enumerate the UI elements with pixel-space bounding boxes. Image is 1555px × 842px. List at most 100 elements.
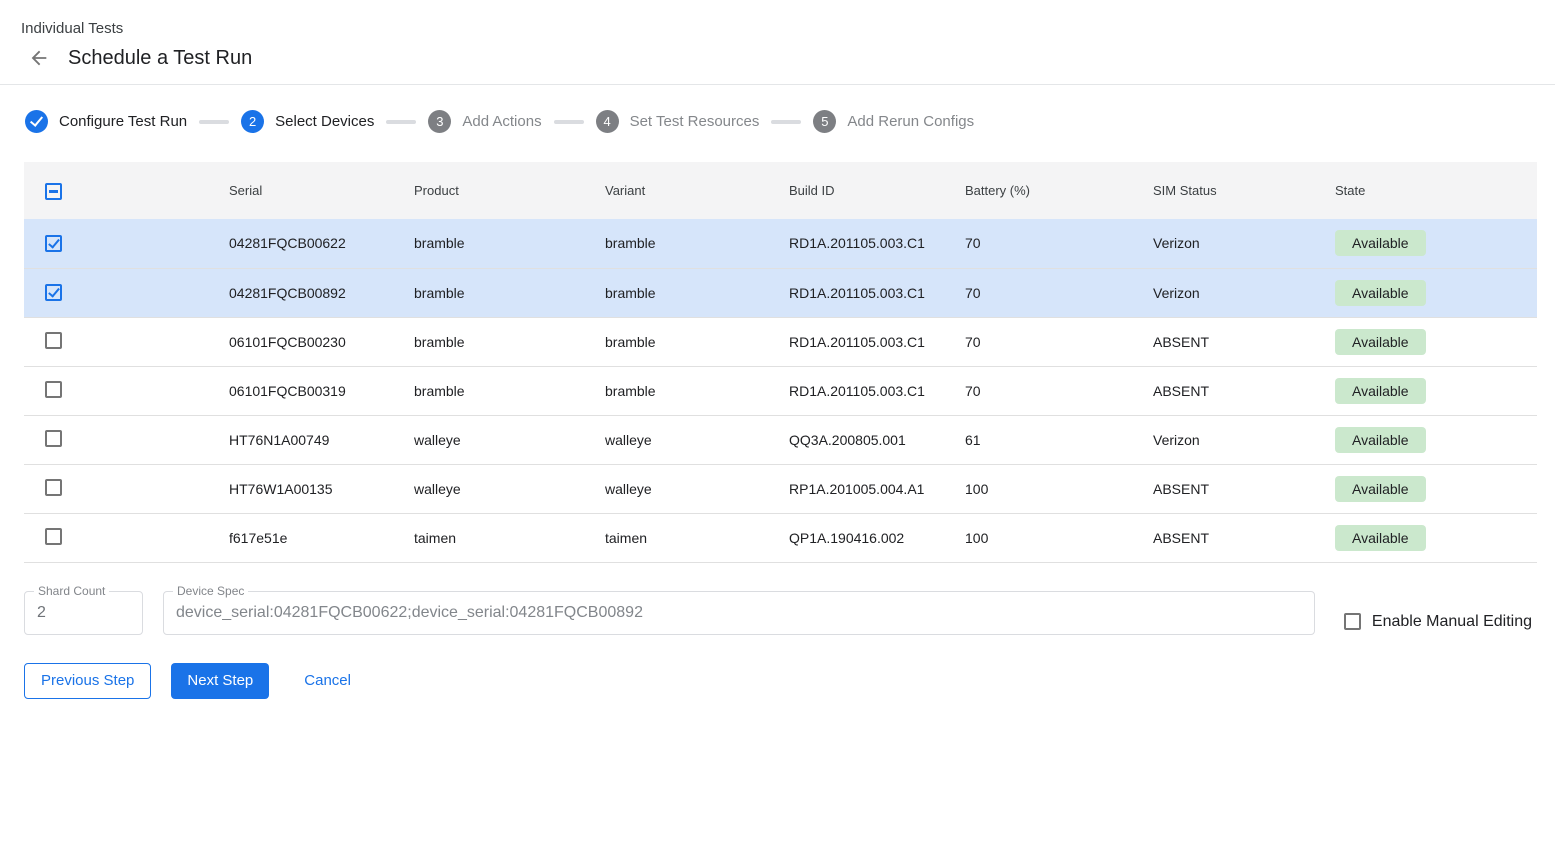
enable-manual-editing-toggle[interactable]: Enable Manual Editing — [1344, 613, 1532, 631]
select-all-checkbox[interactable] — [45, 183, 62, 200]
column-header-state: State — [1335, 162, 1537, 219]
shard-count-field[interactable]: Shard Count 2 — [24, 591, 143, 635]
build-id-cell: RD1A.201105.003.C1 — [789, 317, 965, 366]
build-id-cell: QQ3A.200805.001 — [789, 415, 965, 464]
cancel-button[interactable]: Cancel — [288, 663, 367, 699]
row-checkbox[interactable] — [45, 528, 62, 545]
back-button[interactable] — [27, 46, 51, 70]
enable-manual-editing-checkbox[interactable] — [1344, 613, 1361, 630]
page-header: Individual Tests Schedule a Test Run — [0, 0, 1555, 85]
row-checkbox[interactable] — [45, 381, 62, 398]
step-label: Configure Test Run — [59, 113, 187, 130]
product-cell: bramble — [414, 317, 605, 366]
battery-cell: 70 — [965, 219, 1153, 268]
build-id-cell: RP1A.201005.004.A1 — [789, 464, 965, 513]
device-row[interactable]: 04281FQCB00892 bramble bramble RD1A.2011… — [24, 268, 1537, 317]
step-select-devices[interactable]: 2 Select Devices — [241, 110, 374, 133]
sim-status-cell: ABSENT — [1153, 366, 1335, 415]
actions-row: Previous Step Next Step Cancel — [24, 663, 1555, 699]
build-id-cell: RD1A.201105.003.C1 — [789, 366, 965, 415]
battery-cell: 70 — [965, 268, 1153, 317]
device-row[interactable]: 04281FQCB00622 bramble bramble RD1A.2011… — [24, 219, 1537, 268]
step-connector — [554, 120, 584, 124]
serial-cell: 06101FQCB00319 — [229, 366, 414, 415]
step-connector — [771, 120, 801, 124]
serial-cell: HT76W1A00135 — [229, 464, 414, 513]
state-badge: Available — [1335, 476, 1426, 502]
column-header-battery: Battery (%) — [965, 162, 1153, 219]
product-cell: walleye — [414, 415, 605, 464]
step-label: Add Actions — [462, 113, 541, 130]
row-checkbox[interactable] — [45, 479, 62, 496]
device-row[interactable]: 06101FQCB00230 bramble bramble RD1A.2011… — [24, 317, 1537, 366]
battery-cell: 70 — [965, 366, 1153, 415]
device-row[interactable]: 06101FQCB00319 bramble bramble RD1A.2011… — [24, 366, 1537, 415]
variant-cell: bramble — [605, 317, 789, 366]
state-badge: Available — [1335, 525, 1426, 551]
variant-cell: walleye — [605, 415, 789, 464]
column-header-serial: Serial — [229, 162, 414, 219]
step-connector — [199, 120, 229, 124]
sim-status-cell: ABSENT — [1153, 464, 1335, 513]
device-row[interactable]: HT76N1A00749 walleye walleye QQ3A.200805… — [24, 415, 1537, 464]
serial-cell: f617e51e — [229, 513, 414, 562]
stepper: Configure Test Run 2 Select Devices 3 Ad… — [25, 110, 1555, 133]
row-checkbox[interactable] — [45, 284, 62, 301]
product-cell: bramble — [414, 268, 605, 317]
step-connector — [386, 120, 416, 124]
row-checkbox[interactable] — [45, 235, 62, 252]
product-cell: taimen — [414, 513, 605, 562]
device-table-body: 04281FQCB00622 bramble bramble RD1A.2011… — [24, 219, 1537, 562]
variant-cell: bramble — [605, 268, 789, 317]
step-label: Set Test Resources — [630, 113, 760, 130]
serial-cell: 04281FQCB00622 — [229, 219, 414, 268]
variant-cell: walleye — [605, 464, 789, 513]
shard-count-value: 2 — [25, 604, 58, 622]
device-spec-value: device_serial:04281FQCB00622;device_seri… — [164, 604, 655, 622]
state-badge: Available — [1335, 378, 1426, 404]
step-number-badge: 4 — [596, 110, 619, 133]
product-cell: bramble — [414, 219, 605, 268]
device-table-header-row: Serial Product Variant Build ID Battery … — [24, 162, 1537, 219]
state-badge: Available — [1335, 230, 1426, 256]
state-badge: Available — [1335, 280, 1426, 306]
product-cell: bramble — [414, 366, 605, 415]
step-number-badge: 5 — [813, 110, 836, 133]
device-spec-field[interactable]: Device Spec device_serial:04281FQCB00622… — [163, 591, 1315, 635]
step-add-rerun-configs[interactable]: 5 Add Rerun Configs — [813, 110, 974, 133]
state-badge: Available — [1335, 329, 1426, 355]
row-checkbox[interactable] — [45, 430, 62, 447]
battery-cell: 100 — [965, 464, 1153, 513]
step-complete-check-icon — [25, 110, 48, 133]
column-header-sim-status: SIM Status — [1153, 162, 1335, 219]
step-add-actions[interactable]: 3 Add Actions — [428, 110, 541, 133]
step-configure-test-run[interactable]: Configure Test Run — [25, 110, 187, 133]
device-row[interactable]: HT76W1A00135 walleye walleye RP1A.201005… — [24, 464, 1537, 513]
build-id-cell: RD1A.201105.003.C1 — [789, 268, 965, 317]
step-label: Select Devices — [275, 113, 374, 130]
variant-cell: taimen — [605, 513, 789, 562]
device-row[interactable]: f617e51e taimen taimen QP1A.190416.002 1… — [24, 513, 1537, 562]
previous-step-button[interactable]: Previous Step — [24, 663, 151, 699]
serial-cell: 04281FQCB00892 — [229, 268, 414, 317]
page-title: Schedule a Test Run — [68, 47, 252, 70]
row-checkbox[interactable] — [45, 332, 62, 349]
step-label: Add Rerun Configs — [847, 113, 974, 130]
fields-row: Shard Count 2 Device Spec device_serial:… — [24, 591, 1537, 635]
battery-cell: 100 — [965, 513, 1153, 562]
sim-status-cell: ABSENT — [1153, 513, 1335, 562]
column-header-build-id: Build ID — [789, 162, 965, 219]
sim-status-cell: ABSENT — [1153, 317, 1335, 366]
next-step-button[interactable]: Next Step — [171, 663, 269, 699]
variant-cell: bramble — [605, 219, 789, 268]
build-id-cell: QP1A.190416.002 — [789, 513, 965, 562]
build-id-cell: RD1A.201105.003.C1 — [789, 219, 965, 268]
step-set-test-resources[interactable]: 4 Set Test Resources — [596, 110, 760, 133]
battery-cell: 70 — [965, 317, 1153, 366]
column-header-product: Product — [414, 162, 605, 219]
serial-cell: 06101FQCB00230 — [229, 317, 414, 366]
battery-cell: 61 — [965, 415, 1153, 464]
device-table: Serial Product Variant Build ID Battery … — [24, 162, 1537, 563]
arrow-back-icon — [28, 47, 50, 69]
device-spec-label: Device Spec — [173, 584, 248, 598]
